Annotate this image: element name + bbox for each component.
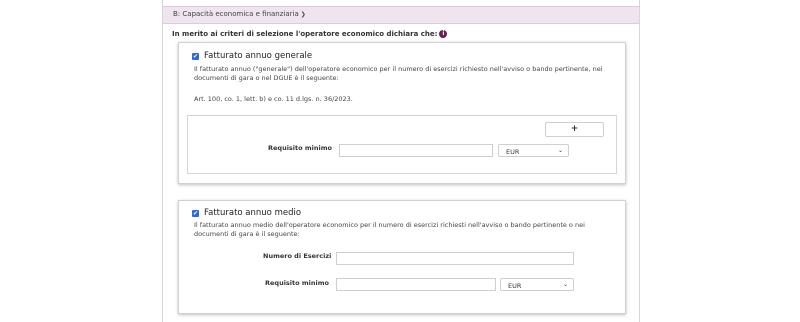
card-description: Il fatturato annuo ("generale") dell'ope… (194, 65, 603, 82)
chevron-down-icon: ⌄ (557, 147, 563, 154)
intro-text: In merito ai criteri di selezione l'oper… (172, 30, 438, 38)
law-reference: Art. 100, co. 1, lett. b) e co. 11 d.lgs… (194, 95, 353, 103)
currency-select-value: EUR (506, 148, 520, 156)
card-description: Il fatturato annuo medio dell'operatore … (194, 221, 585, 238)
numero-esercizi-input[interactable] (336, 252, 574, 265)
checkbox-fatturato-medio[interactable]: ✔ (192, 210, 199, 217)
requisito-panel: + Requisito minimo EUR ⌄ (187, 115, 617, 174)
currency-select-value: EUR (508, 282, 522, 290)
requisito-minimo-label: Requisito minimo (265, 279, 329, 287)
card-title-fatturato-generale: Fatturato annuo generale (204, 51, 313, 61)
requisito-minimo-input[interactable] (336, 278, 496, 291)
requisito-minimo-input[interactable] (339, 144, 493, 157)
chevron-down-icon[interactable]: ❯ (301, 11, 306, 18)
section-header[interactable]: B: Capacità economica e finanziaria ❯ (163, 6, 639, 24)
info-icon[interactable]: i (439, 30, 448, 38)
currency-select[interactable]: EUR ⌄ (500, 278, 574, 291)
checkbox-fatturato-generale[interactable]: ✔ (192, 53, 199, 60)
intro-text-wrapper: In merito ai criteri di selezione l'oper… (172, 30, 448, 38)
fatturato-generale-card: ✔ Fatturato annuo generale Il fatturato … (178, 42, 626, 184)
numero-esercizi-label: Numero di Esercizi (263, 252, 332, 260)
chevron-down-icon: ⌄ (562, 281, 568, 288)
add-button[interactable]: + (545, 122, 604, 137)
fatturato-medio-card: ✔ Fatturato annuo medio Il fatturato ann… (178, 200, 626, 314)
section-title[interactable]: B: Capacità economica e finanziaria ❯ (173, 10, 306, 18)
section-title-text: B: Capacità economica e finanziaria (173, 10, 299, 18)
currency-select[interactable]: EUR ⌄ (498, 144, 569, 157)
form-frame: B: Capacità economica e finanziaria ❯ In … (162, 0, 640, 322)
requisito-minimo-label: Requisito minimo (268, 144, 332, 152)
card-title-fatturato-medio: Fatturato annuo medio (204, 208, 302, 218)
